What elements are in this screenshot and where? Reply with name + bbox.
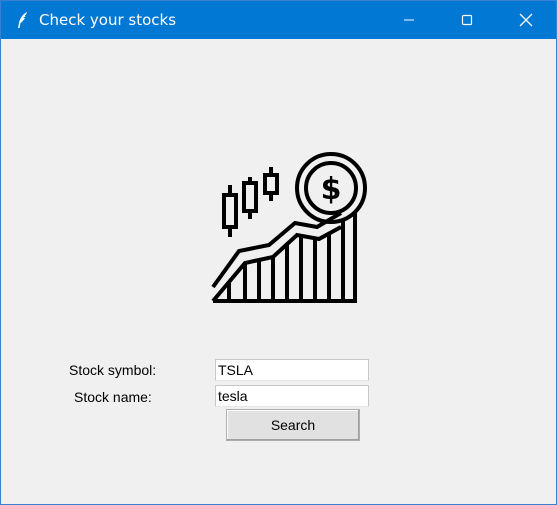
svg-text:$: $ [321, 172, 342, 207]
window-content: $ Stock symbol: Stock name: Search [1, 39, 556, 504]
close-icon [519, 13, 533, 27]
stock-name-label: Stock name: [74, 389, 152, 405]
maximize-icon [461, 14, 473, 26]
window-title: Check your stocks [39, 11, 177, 29]
close-button[interactable] [503, 1, 549, 39]
search-button[interactable]: Search [226, 409, 360, 441]
minimize-button[interactable] [386, 1, 432, 39]
stock-growth-dollar-icon: $ [209, 147, 371, 307]
feather-icon [15, 11, 31, 29]
stock-name-input[interactable] [215, 385, 369, 407]
stock-symbol-label: Stock symbol: [69, 362, 157, 378]
title-bar[interactable]: Check your stocks [1, 1, 556, 39]
app-window: Check your stocks $ Stock symbol: TSLA S… [0, 0, 557, 505]
stock-symbol-input[interactable] [215, 359, 369, 381]
maximize-button[interactable] [444, 1, 490, 39]
minimize-icon [403, 14, 415, 26]
